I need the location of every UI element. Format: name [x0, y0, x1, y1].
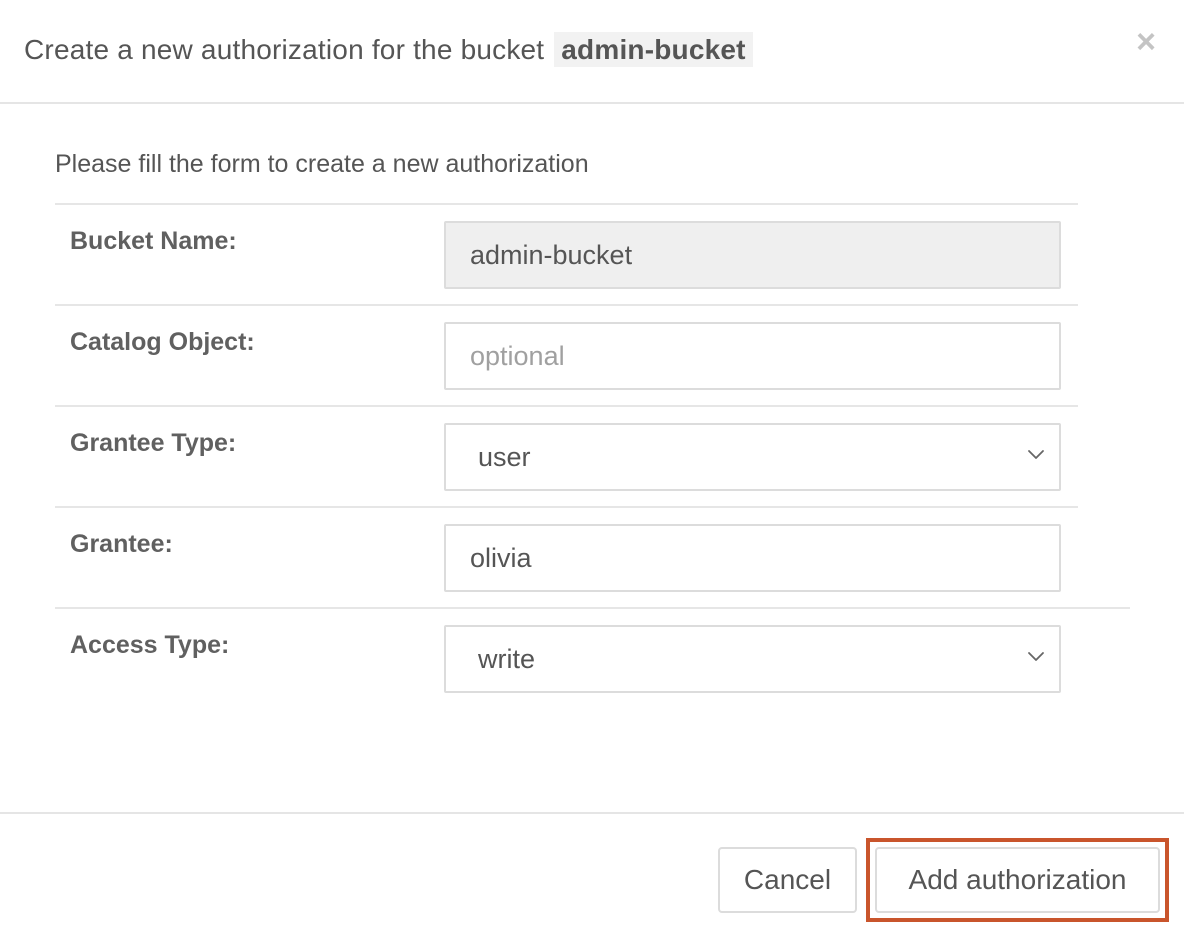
- grantee-type-label: Grantee Type:: [70, 429, 237, 457]
- modal-title: Create a new authorization for the bucke…: [24, 32, 753, 67]
- chevron-down-icon: [1028, 450, 1044, 459]
- form-row-grantee: Grantee:: [55, 506, 1078, 607]
- add-authorization-button[interactable]: Add authorization: [875, 847, 1160, 913]
- form-row-bucket-name: Bucket Name:: [55, 203, 1078, 304]
- modal-title-text: Create a new authorization for the bucke…: [24, 34, 545, 65]
- grantee-type-value: user: [478, 442, 531, 472]
- bucket-name-code: admin-bucket: [554, 32, 753, 67]
- form-row-catalog-object: Catalog Object:: [55, 304, 1078, 405]
- form-intro: Please fill the form to create a new aut…: [55, 150, 589, 178]
- form-row-access-type: Access Type: write: [55, 607, 1130, 708]
- cancel-button[interactable]: Cancel: [718, 847, 857, 913]
- grantee-input[interactable]: [444, 524, 1061, 592]
- modal-header: Create a new authorization for the bucke…: [0, 0, 1184, 104]
- grantee-type-select[interactable]: user: [444, 423, 1061, 491]
- bucket-name-input: [444, 221, 1061, 289]
- form-row-grantee-type: Grantee Type: user: [55, 405, 1078, 506]
- chevron-down-icon: [1028, 652, 1044, 661]
- grantee-label: Grantee:: [70, 530, 173, 558]
- catalog-object-label: Catalog Object:: [70, 328, 255, 356]
- close-icon[interactable]: ×: [1132, 22, 1160, 62]
- bucket-name-label: Bucket Name:: [70, 227, 237, 255]
- access-type-label: Access Type:: [70, 631, 230, 659]
- access-type-select[interactable]: write: [444, 625, 1061, 693]
- access-type-value: write: [478, 644, 536, 674]
- authorization-modal: Create a new authorization for the bucke…: [0, 0, 1184, 936]
- authorization-form: Bucket Name: Catalog Object: Grantee Typ…: [55, 203, 1130, 708]
- modal-footer: Cancel Add authorization: [0, 812, 1184, 936]
- catalog-object-input[interactable]: [444, 322, 1061, 390]
